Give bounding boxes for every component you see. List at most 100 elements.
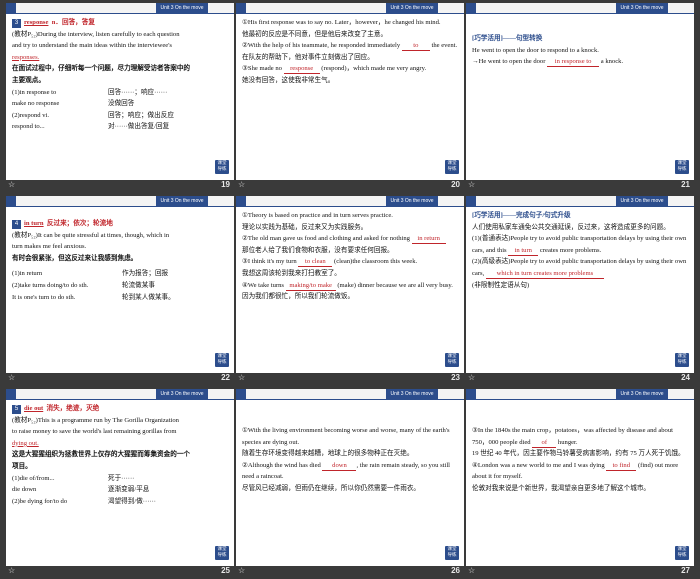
slide-23[interactable]: Unit 3 On the move ①Theory is based on p… [236,196,464,373]
example-translation: 在面试过程中，仔细听每一个问题，尽力理解受访者答案中的 [12,65,191,73]
return-button[interactable]: 课堂 导练 [675,160,689,174]
page-number: 23 [451,373,460,382]
exercise-line: He went to open the door to respond to a… [472,46,599,54]
page-number: 20 [451,180,460,189]
phrase-meaning: 渴望得到/做······ [108,497,156,505]
exercise-note: (非限制性定语从句) [472,281,530,289]
phrase-meaning: 轮流做某事 [122,281,155,289]
answer-blank: which in turn creates more problems [485,269,604,279]
slide-20[interactable]: Unit 3 On the move ①His first response w… [236,3,464,180]
star-icon[interactable]: ☆ [238,566,245,575]
example-translation: 主要观点。 [12,76,45,84]
star-icon[interactable]: ☆ [238,180,245,189]
phrase: (2)take turns doing/to do sth. [12,281,89,289]
phrase: (2)respond vi. [12,111,49,119]
star-icon[interactable]: ☆ [8,566,15,575]
return-button[interactable]: 课堂 导练 [675,546,689,560]
headword-gloss: 反过来；依次；轮流地 [46,220,113,227]
return-button[interactable]: 课堂 导练 [215,546,229,560]
item-number-badge: 3 [12,19,21,28]
phrase-meaning: 死于······ [108,474,135,482]
page-number: 22 [221,373,230,382]
phrase: die down [12,486,37,494]
page-number: 24 [681,373,690,382]
example-translation: 在队友的帮助下，他对事件立刻做出了回应。 [242,53,374,61]
example-line: (教材P₅₂)This is a programme run by The Go… [12,416,179,424]
phrase: (1)die of/from... [12,474,55,482]
phrase-meaning: 对······做出答复/回复 [108,123,170,131]
example-translation: 伦敦对我来说是个新世界，我渴望亲自更多地了解这个城市。 [472,484,651,492]
answer-blank: in response to [547,57,600,68]
answer-blank: down [322,461,357,471]
example-translation: 她没有回答，这使我非常生气。 [242,76,335,84]
answer-blank: of [532,438,557,448]
example-translation: 那位老人给了我们食物和衣服，没有要求任何回报。 [242,246,394,254]
example-translation: 他最初的反应是不同意，但是他后来改变了主意。 [242,30,388,38]
phrase-meaning: 回答；响应；做出反应 [108,111,174,119]
example-translation: 有时会很紧张，但这反过来让我感到焦虑。 [12,254,138,262]
star-icon[interactable]: ☆ [238,373,245,382]
example-sentence: ①With the living environment becoming wo… [242,427,450,446]
page-number: 25 [221,566,230,575]
return-button[interactable]: 课堂 导练 [215,160,229,174]
phrase: (2)be dying for/to do [12,497,68,505]
example-line: and try to understand the main ideas wit… [12,42,172,50]
slide-24[interactable]: Unit 3 On the move [巧学活用]——完成句子/句式升级 人们使… [466,196,694,373]
headword: response [24,19,49,26]
answer-blank: response [283,64,320,75]
answer-blank: in return [411,234,446,245]
answer-blank: to find [606,461,637,471]
example-sentence: ①His first response was to say no. Later… [242,19,441,26]
phrase: (1)in response to [12,88,57,96]
slide-footer: ☆ 19 [6,180,234,193]
phrase-meaning: 逐渐变弱/平息 [108,486,150,494]
slide-27[interactable]: Unit 3 On the move ③In the 1840s the mai… [466,389,694,566]
item-number-badge: 4 [12,220,21,229]
example-translation: 尽管风已经减弱，但雨仍在继续，所以你仍然需要一件雨衣。 [242,484,421,492]
example-sentence: ①Theory is based on practice and in turn… [242,212,393,219]
return-button[interactable]: 课堂 导练 [445,353,459,367]
example-translation: 随着生存环境变得越来越糟，地球上的很多物种正在灭绝。 [242,450,414,458]
example-translation: 19 世纪 40 年代，因主要作物马铃薯受病害影响，约有 75 万人死于饥饿。 [472,450,685,458]
example-line: turn makes me feel anxious. [12,243,87,251]
slide-21[interactable]: Unit 3 On the move [巧学活用]——句型转换 He went … [466,3,694,180]
answer-blank: making/to make [285,281,336,291]
tip-heading: [巧学活用]——句型转换 [472,35,543,42]
answer-blank: in turn [508,246,539,256]
example-line: responses. [12,53,40,61]
example-line: (教材P₅₂)It can be quite stressful at time… [12,231,170,239]
headword: die out [24,405,44,412]
slide-22[interactable]: Unit 3 On the move 4 in turn 反过来；依次；轮流地 (… [6,196,234,373]
phrase-meaning: 作为报答；回报 [122,270,169,278]
return-button[interactable]: 课堂 导练 [675,353,689,367]
example-translation: 我想这周该轮到我来打扫教室了。 [242,269,341,277]
example-line: (教材P₅₂)During the interview, listen care… [12,30,180,38]
exercise-line: 人们使用私家车通免公共交通延误，反过来，这将造成更多的问题。 [472,223,670,231]
phrase: respond to... [12,123,45,131]
slide-26[interactable]: Unit 3 On the move ①With the living envi… [236,389,464,566]
slide-25[interactable]: Unit 3 On the move 5 die out 消失，绝迹，灭绝 (教材… [6,389,234,566]
slide-19[interactable]: Unit 3 On the move 3 response n．回答，答复 (教材… [6,3,234,180]
answer-blank: to [401,41,430,52]
page-number: 21 [681,180,690,189]
phrase-meaning: 没做回答 [108,100,135,108]
return-button[interactable]: 课堂 导练 [215,353,229,367]
answer-blank: to clean [298,257,333,268]
star-icon[interactable]: ☆ [8,373,15,382]
page-number: 27 [681,566,690,575]
item-number-badge: 5 [12,405,21,414]
example-translation: 项目。 [12,462,32,470]
return-button[interactable]: 课堂 导练 [445,546,459,560]
example-translation: 这是大猩猩组织为拯救世界上仅存的大猩猩而筹集资金的一个 [12,451,191,459]
headword: in turn [24,220,44,227]
phrase-meaning: 回答······；响应······ [108,88,168,96]
phrase: make no response [12,100,60,108]
star-icon[interactable]: ☆ [468,180,475,189]
return-button[interactable]: 课堂 导练 [445,160,459,174]
star-icon[interactable]: ☆ [8,180,15,189]
phrase-meaning: 轮到某人做某事。 [122,293,175,301]
page-number: 26 [451,566,460,575]
headword-gloss: n．回答，答复 [51,19,95,26]
star-icon[interactable]: ☆ [468,566,475,575]
star-icon[interactable]: ☆ [468,373,475,382]
